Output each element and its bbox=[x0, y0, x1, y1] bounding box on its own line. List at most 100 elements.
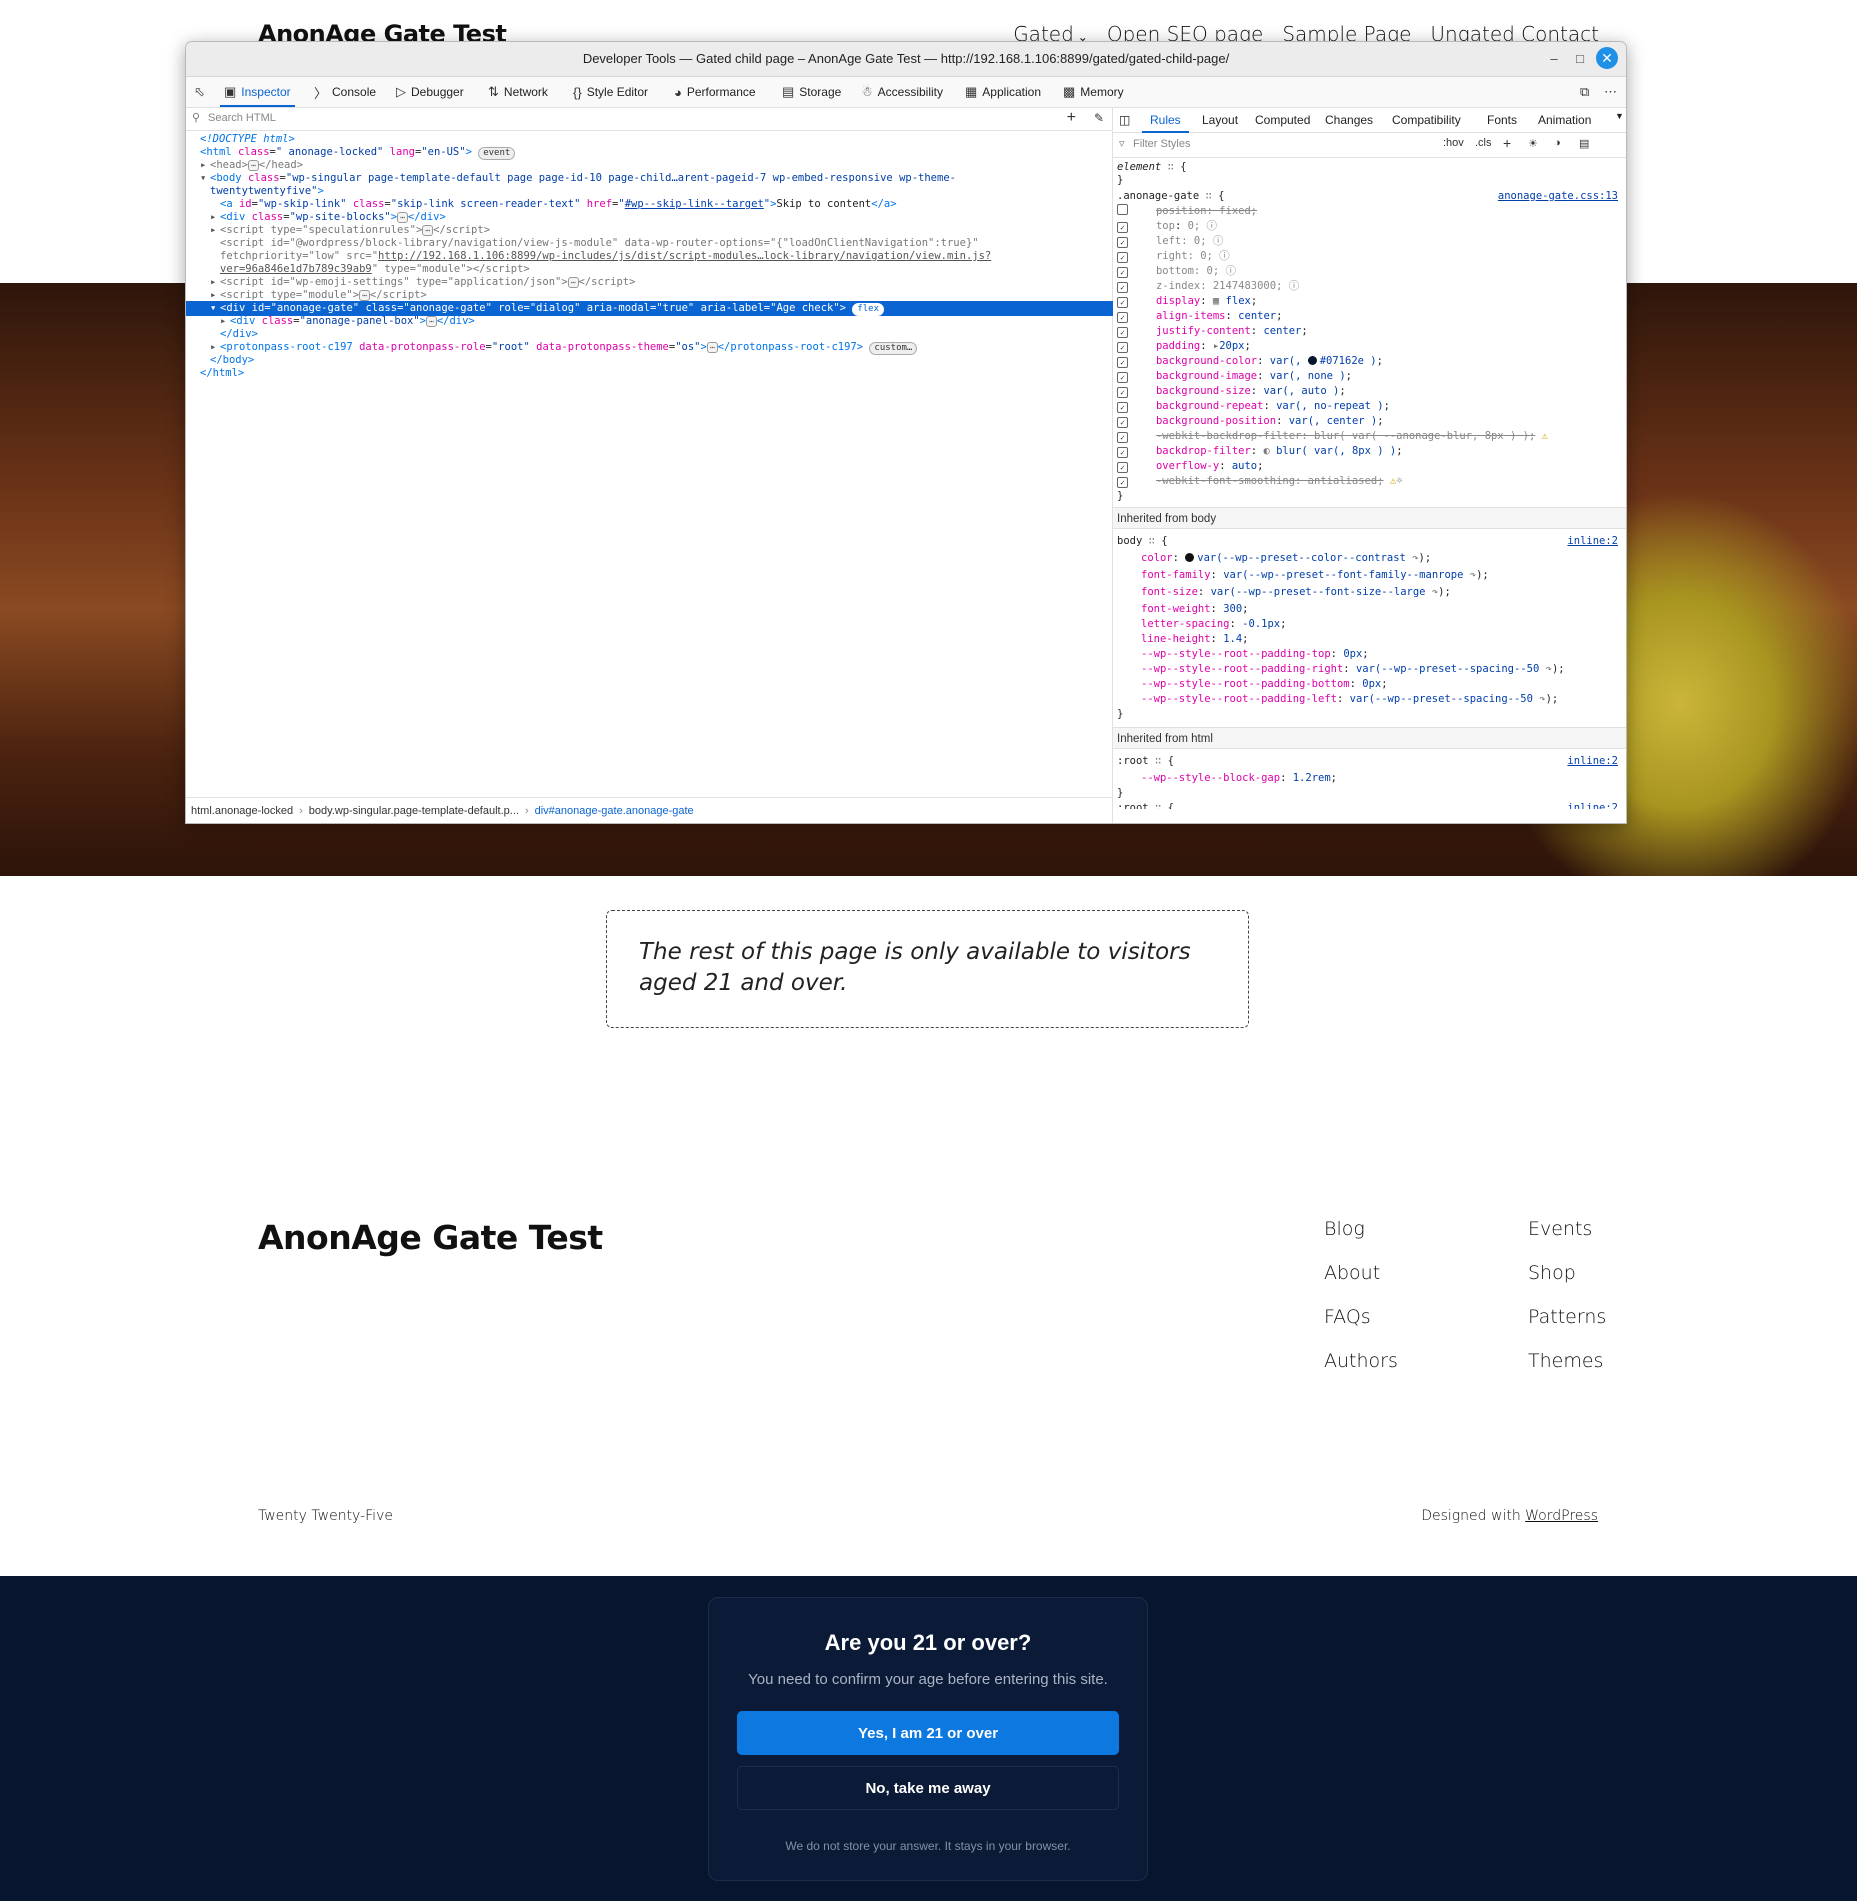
decl-right[interactable]: ✓ right: 0; ⓘ bbox=[1117, 249, 1622, 264]
breadcrumb-anonage-gate[interactable]: div#anonage-gate.anonage-gate bbox=[535, 805, 694, 817]
decl-padding-left[interactable]: --wp--style--root--padding-left: var(--w… bbox=[1117, 692, 1622, 707]
decl-webkit-font-smoothing[interactable]: ✓ -webkit-font-smoothing: antialiased; ⚠… bbox=[1117, 474, 1622, 489]
tab-changes[interactable]: Changes bbox=[1325, 113, 1373, 127]
decl-body-font-size[interactable]: font-size: var(--wp--preset--font-size--… bbox=[1117, 585, 1622, 600]
tab-style-editor[interactable]: {} Style Editor bbox=[573, 77, 648, 107]
element-picker-icon[interactable]: ⬁ bbox=[194, 77, 205, 107]
decl-background-image[interactable]: ✓ background-image: var(, none ); bbox=[1117, 369, 1622, 384]
tabs-dropdown-icon[interactable]: ▼ bbox=[1615, 111, 1624, 121]
footer-link-blog[interactable]: Blog bbox=[1324, 1218, 1398, 1241]
devtools-titlebar[interactable]: Developer Tools — Gated child page – Ano… bbox=[186, 42, 1626, 77]
decl-position[interactable]: position: fixed; bbox=[1117, 204, 1622, 219]
tab-rules[interactable]: Rules bbox=[1142, 113, 1189, 133]
decl-block-gap[interactable]: --wp--style--block-gap: 1.2rem; bbox=[1117, 771, 1622, 786]
decl-body-line-height[interactable]: line-height: 1.4; bbox=[1117, 632, 1622, 647]
add-node-icon[interactable]: + bbox=[1067, 109, 1076, 127]
decl-background-repeat[interactable]: ✓ background-repeat: var(, no-repeat ); bbox=[1117, 399, 1622, 414]
tab-animation[interactable]: Animation bbox=[1538, 113, 1591, 127]
eyedropper-icon[interactable]: ✎ bbox=[1094, 111, 1104, 125]
decl-backdrop-filter[interactable]: ✓ backdrop-filter: ◐ blur( var(, 8px ) )… bbox=[1117, 444, 1622, 459]
tab-accessibility[interactable]: ☃ Accessibility bbox=[861, 77, 943, 107]
breadcrumb-html[interactable]: html.anonage-locked bbox=[191, 805, 293, 817]
decl-justify-content[interactable]: ✓ justify-content: center; bbox=[1117, 324, 1622, 339]
more-options-icon[interactable]: ⋯ bbox=[1604, 77, 1617, 107]
theme-credit: Twenty Twenty-Five bbox=[258, 1508, 393, 1524]
rule-anonage-gate-selector[interactable]: .anonage-gate ∷ {anonage-gate.css:13 bbox=[1117, 189, 1622, 204]
add-rule-icon[interactable]: + bbox=[1503, 135, 1511, 151]
tab-storage[interactable]: ▤ Storage bbox=[782, 77, 841, 107]
rule-root-selector[interactable]: :root ∷ {inline:2 bbox=[1117, 754, 1622, 769]
network-icon: ⇅ bbox=[488, 84, 499, 99]
tab-accessibility-label: Accessibility bbox=[877, 85, 944, 99]
print-media-icon[interactable]: ▤ bbox=[1579, 137, 1589, 150]
close-icon[interactable]: ✕ bbox=[1596, 47, 1618, 69]
footer-link-about[interactable]: About bbox=[1324, 1262, 1398, 1285]
tab-network-label: Network bbox=[503, 85, 548, 99]
footer-site-title[interactable]: AnonAge Gate Test bbox=[258, 1218, 603, 1257]
tab-network[interactable]: ⇅ Network bbox=[488, 77, 548, 107]
decl-overflow-y[interactable]: ✓ overflow-y: auto; bbox=[1117, 459, 1622, 474]
decline-age-button[interactable]: No, take me away bbox=[737, 1766, 1119, 1810]
maximize-icon[interactable]: □ bbox=[1569, 47, 1591, 69]
decl-background-position[interactable]: ✓ background-position: var(, center ); bbox=[1117, 414, 1622, 429]
footer-nav-column-2: Events Shop Patterns Themes bbox=[1528, 1218, 1606, 1373]
tab-debugger[interactable]: ▷ Debugger bbox=[396, 77, 464, 107]
tab-inspector[interactable]: ▣ Inspector bbox=[220, 77, 295, 107]
tab-layout[interactable]: Layout bbox=[1202, 113, 1238, 127]
decl-padding-bottom[interactable]: --wp--style--root--padding-bottom: 0px; bbox=[1117, 677, 1622, 692]
breadcrumb-body[interactable]: body.wp-singular.page-template-default.p… bbox=[309, 805, 519, 817]
grid-icon: ▦ bbox=[965, 84, 978, 99]
decl-left[interactable]: ✓ left: 0; ⓘ bbox=[1117, 234, 1622, 249]
color-swatch[interactable] bbox=[1307, 356, 1317, 365]
decl-webkit-backdrop-filter[interactable]: ✓ -webkit-backdrop-filter: blur( var( --… bbox=[1117, 429, 1622, 444]
rule-body-selector[interactable]: body ∷ {inline:2 bbox=[1117, 534, 1622, 549]
footer-link-themes[interactable]: Themes bbox=[1528, 1350, 1606, 1373]
decl-display[interactable]: ✓ display: ▦ flex; bbox=[1117, 294, 1622, 309]
root2-inline-source-link[interactable]: inline:2 bbox=[1567, 801, 1618, 809]
decl-body-font-family[interactable]: font-family: var(--wp--preset--font-fami… bbox=[1117, 568, 1622, 583]
tab-console[interactable]: 〉 Console bbox=[314, 77, 376, 107]
decl-background-size[interactable]: ✓ background-size: var(, auto ); bbox=[1117, 384, 1622, 399]
class-toggle[interactable]: .cls bbox=[1475, 137, 1492, 149]
decl-top[interactable]: ✓ top: 0; ⓘ bbox=[1117, 219, 1622, 234]
tab-performance[interactable]: ◕ Performance bbox=[674, 77, 756, 107]
color-swatch[interactable] bbox=[1185, 553, 1195, 562]
confirm-age-button[interactable]: Yes, I am 21 or over bbox=[737, 1711, 1119, 1755]
body-inline-source-link[interactable]: inline:2 bbox=[1567, 534, 1618, 549]
filter-styles-input[interactable]: Filter Styles bbox=[1133, 138, 1190, 150]
decl-padding-right[interactable]: --wp--style--root--padding-right: var(--… bbox=[1117, 662, 1622, 677]
wordpress-link[interactable]: WordPress bbox=[1525, 1508, 1598, 1524]
footer-link-patterns[interactable]: Patterns bbox=[1528, 1306, 1606, 1329]
minimize-icon[interactable]: – bbox=[1543, 47, 1565, 69]
decl-background-color[interactable]: ✓ background-color: var(, #07162e ); bbox=[1117, 354, 1622, 369]
toggle-sidebar-icon[interactable]: ◫ bbox=[1119, 113, 1130, 127]
light-theme-icon[interactable]: ☀ bbox=[1528, 137, 1538, 150]
root-inline-source-link[interactable]: inline:2 bbox=[1567, 754, 1618, 769]
decl-z-index[interactable]: ✓ z-index: 2147483000; ⓘ bbox=[1117, 279, 1622, 294]
dock-layout-icon[interactable]: ⧉ bbox=[1580, 77, 1589, 107]
sidebar-panel: ◫ Rules Layout Computed Changes Compatib… bbox=[1113, 108, 1626, 823]
tab-compatibility[interactable]: Compatibility bbox=[1392, 113, 1461, 127]
decl-align-items[interactable]: ✓ align-items: center; bbox=[1117, 309, 1622, 324]
tab-application[interactable]: ▦ Application bbox=[965, 77, 1041, 107]
footer-link-faqs[interactable]: FAQs bbox=[1324, 1306, 1398, 1329]
anonage-gate-css-source-link[interactable]: anonage-gate.css:13 bbox=[1498, 189, 1618, 204]
rule-root-2-selector[interactable]: :root ∷ {inline:2 bbox=[1117, 801, 1622, 809]
footer-link-shop[interactable]: Shop bbox=[1528, 1262, 1606, 1285]
decl-body-font-weight[interactable]: font-weight: 300; bbox=[1117, 602, 1622, 617]
tab-computed[interactable]: Computed bbox=[1255, 113, 1310, 127]
storage-icon: ▤ bbox=[782, 84, 795, 99]
tab-fonts[interactable]: Fonts bbox=[1487, 113, 1517, 127]
dark-theme-icon[interactable]: ◑ bbox=[1554, 137, 1561, 149]
decl-body-letter-spacing[interactable]: letter-spacing: -0.1px; bbox=[1117, 617, 1622, 632]
search-html-input[interactable]: Search HTML bbox=[208, 112, 276, 124]
decl-padding[interactable]: ✓ padding: ▸20px; bbox=[1117, 339, 1622, 354]
decl-padding-top[interactable]: --wp--style--root--padding-top: 0px; bbox=[1117, 647, 1622, 662]
devtools-window-title: Developer Tools — Gated child page – Ano… bbox=[582, 51, 1230, 66]
hover-states-toggle[interactable]: :hov bbox=[1443, 137, 1464, 149]
decl-body-color[interactable]: color: var(--wp--preset--color--contrast… bbox=[1117, 551, 1622, 566]
tab-memory[interactable]: ▩ Memory bbox=[1063, 77, 1124, 107]
decl-bottom[interactable]: ✓ bottom: 0; ⓘ bbox=[1117, 264, 1622, 279]
footer-link-authors[interactable]: Authors bbox=[1324, 1350, 1398, 1373]
footer-link-events[interactable]: Events bbox=[1528, 1218, 1606, 1241]
